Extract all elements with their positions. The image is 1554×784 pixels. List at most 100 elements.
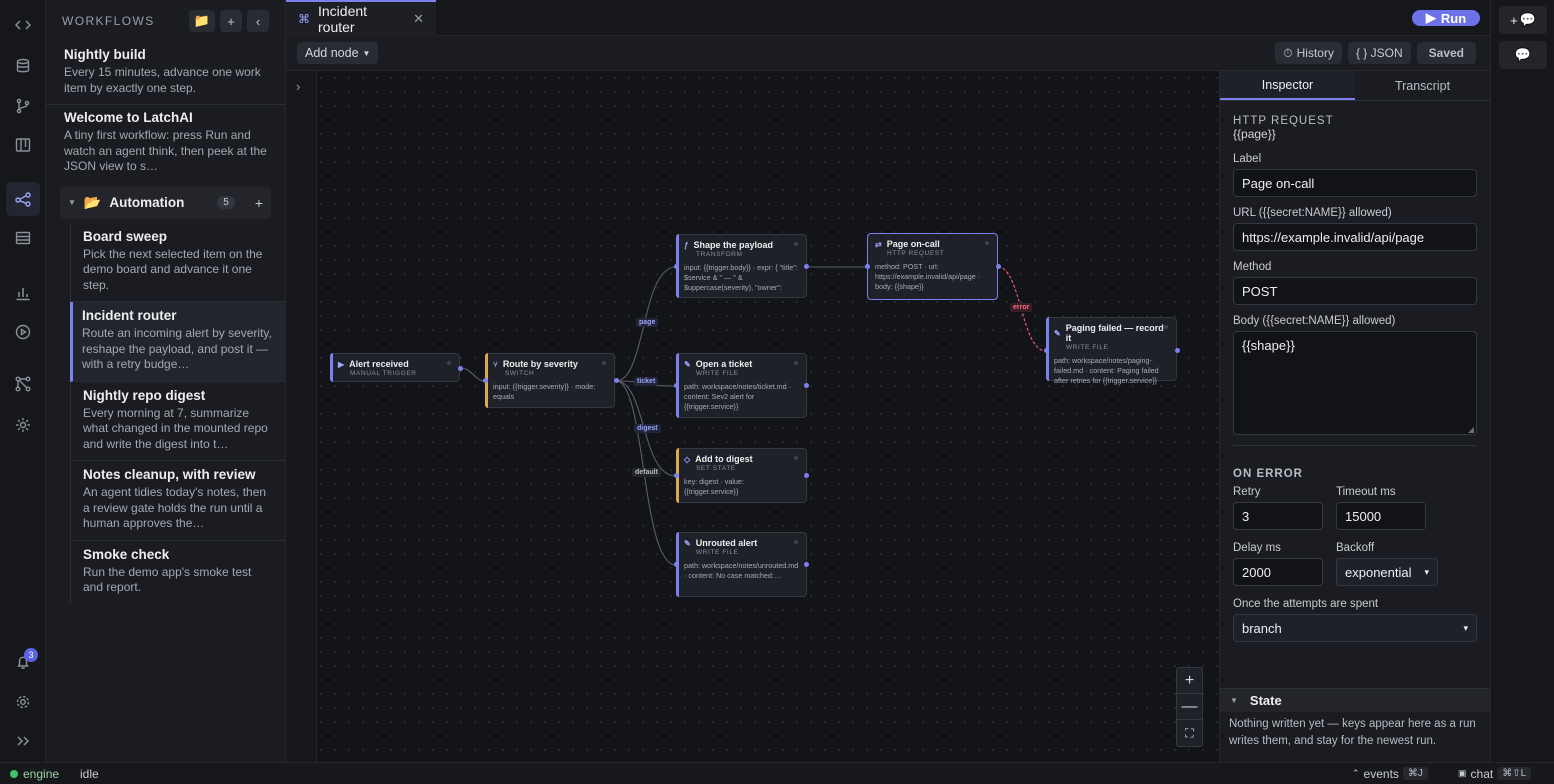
edge-label-default[interactable]: default — [632, 468, 661, 477]
resize-handle-icon[interactable]: ◢ — [1468, 425, 1474, 434]
panel-icon: ▣ — [1458, 768, 1467, 778]
settings-cog-icon[interactable] — [6, 408, 40, 442]
node-open-ticket[interactable]: ✎ Open a ticket WRITE FILE path: workspac… — [676, 353, 807, 418]
node-shape-payload[interactable]: ƒ Shape the payload TRANSFORM input: {{tr… — [676, 234, 807, 298]
zoom-out-button[interactable]: — — [1177, 694, 1202, 720]
port-in[interactable] — [674, 473, 679, 478]
zoom-in-button[interactable]: + — [1177, 668, 1202, 694]
edge-label-error[interactable]: error — [1010, 303, 1033, 312]
port-in[interactable] — [674, 383, 679, 388]
port-in[interactable] — [865, 264, 870, 269]
url-input[interactable]: https://example.invalid/api/page — [1233, 223, 1477, 251]
workflow-desc: Pick the next selected item on the demo … — [83, 246, 263, 292]
workflow-canvas[interactable]: › ▶ Alert received MANUAL TRIGGER ⑂ Route … — [286, 71, 1219, 762]
body-textarea[interactable]: {{shape}} ◢ — [1233, 331, 1477, 435]
workflow-item-incident-router[interactable]: Incident router Route an incoming alert … — [70, 302, 285, 382]
workflow-icon[interactable] — [6, 182, 40, 216]
state-body: Nothing written yet — keys appear here a… — [1229, 718, 1476, 747]
port-out[interactable] — [804, 383, 809, 388]
spent-select[interactable]: branch ▾ — [1233, 614, 1477, 642]
label-input[interactable]: Page on-call — [1233, 169, 1477, 197]
run-button[interactable]: ▶ Run — [1412, 10, 1480, 26]
edge-label-page[interactable]: page — [636, 318, 659, 327]
chat-bubble-icon: 💬 — [1514, 47, 1532, 62]
events-toggle[interactable]: ⌃ events ⌘J — [1352, 767, 1428, 781]
chat-button[interactable]: 💬 — [1499, 41, 1547, 69]
history-button[interactable]: ⏱ History — [1275, 42, 1342, 64]
add-node-button[interactable]: Add node ▼ — [297, 42, 379, 64]
new-chat-button[interactable]: + 💬 — [1499, 6, 1547, 34]
port-in[interactable] — [1044, 348, 1049, 353]
node-title: Paging failed — record it — [1065, 323, 1164, 343]
gear-icon[interactable] — [6, 685, 40, 719]
node-unrouted-alert[interactable]: ✎ Unrouted alert WRITE FILE path: workspa… — [676, 532, 807, 597]
play-icon[interactable] — [6, 315, 40, 349]
node-kind: SET STATE — [696, 465, 736, 472]
chevron-left-icon: ‹ — [255, 13, 261, 29]
port-in[interactable] — [483, 378, 488, 383]
zoom-controls: + — ⛶ — [1176, 667, 1203, 747]
tab-inspector[interactable]: Inspector — [1220, 71, 1355, 100]
port-out[interactable] — [804, 562, 809, 567]
graph-icon[interactable] — [6, 367, 40, 401]
delay-input[interactable]: 2000 — [1233, 558, 1323, 586]
workflow-item-nightly-repo-digest[interactable]: Nightly repo digest Every morning at 7, … — [71, 382, 285, 461]
fit-view-button[interactable]: ⛶ — [1177, 720, 1202, 746]
port-out[interactable] — [804, 264, 809, 269]
tab-incident-router[interactable]: ⌘ Incident router ✕ — [286, 0, 436, 36]
bell-icon[interactable]: 3 — [6, 645, 40, 679]
state-section-header[interactable]: ▼ State — [1220, 688, 1491, 712]
port-out[interactable] — [1175, 348, 1180, 353]
port-out[interactable] — [804, 473, 809, 478]
folder-automation[interactable]: ▼ 📂 Automation 5 + — [60, 186, 271, 219]
database-icon[interactable] — [6, 49, 40, 83]
workflow-desc: Every morning at 7, summarize what chang… — [83, 405, 268, 451]
node-paging-failed[interactable]: ✎ Paging failed — record it WRITE FILE pa… — [1046, 317, 1177, 385]
new-workflow-button[interactable]: + — [220, 10, 242, 32]
expand-icon[interactable] — [6, 724, 40, 758]
method-input[interactable]: POST — [1233, 277, 1477, 305]
node-alert-received[interactable]: ▶ Alert received MANUAL TRIGGER — [330, 353, 460, 382]
node-title: Add to digest — [695, 454, 753, 464]
port-in[interactable] — [674, 562, 679, 567]
chart-icon[interactable] — [6, 276, 40, 310]
close-icon[interactable]: ✕ — [413, 11, 424, 27]
node-page-on-call[interactable]: ⇄ Page on-call HTTP REQUEST method: POST … — [867, 233, 998, 300]
json-button[interactable]: { } JSON — [1347, 42, 1411, 64]
body-value: {{shape}} — [1242, 338, 1295, 353]
new-folder-button[interactable]: 📁 — [189, 10, 215, 32]
code-icon[interactable] — [6, 8, 40, 42]
edge-label-digest[interactable]: digest — [634, 424, 661, 433]
edge-label-ticket[interactable]: ticket — [634, 377, 659, 386]
table-icon[interactable] — [6, 221, 40, 255]
branch-icon[interactable] — [6, 89, 40, 123]
tab-transcript[interactable]: Transcript — [1355, 71, 1490, 100]
node-add-to-digest[interactable]: ◇ Add to digest SET STATE key: digest · v… — [676, 448, 807, 503]
workflow-item-welcome[interactable]: Welcome to LatchAI A tiny first workflow… — [46, 105, 285, 183]
saved-label: Saved — [1428, 46, 1464, 60]
node-status-dot — [794, 540, 798, 544]
chat-toggle[interactable]: ▣ chat ⌘⇧L — [1458, 767, 1532, 781]
status-bar: engine idle ⌃ events ⌘J ▣ chat ⌘⇧L — [0, 762, 1554, 784]
backoff-select[interactable]: exponential ▾ — [1336, 558, 1438, 586]
node-kind: TRANSFORM — [696, 251, 743, 258]
port-out[interactable] — [458, 366, 463, 371]
board-icon[interactable] — [6, 128, 40, 162]
workflow-item-notes-cleanup[interactable]: Notes cleanup, with review An agent tidi… — [71, 461, 285, 541]
retry-input[interactable]: 3 — [1233, 502, 1323, 530]
workflow-item-board-sweep[interactable]: Board sweep Pick the next selected item … — [71, 223, 285, 302]
timeout-input[interactable]: 15000 — [1336, 502, 1426, 530]
node-route-by-severity[interactable]: ⑂ Route by severity SWITCH input: {{trigg… — [485, 353, 615, 408]
function-icon: ƒ — [684, 240, 689, 250]
port-in[interactable] — [674, 264, 679, 269]
workflow-item-nightly-build[interactable]: Nightly build Every 15 minutes, advance … — [46, 42, 285, 105]
node-title: Alert received — [349, 359, 409, 369]
folder-add-icon[interactable]: + — [255, 195, 263, 211]
collapse-sidebar-button[interactable]: ‹ — [247, 10, 269, 32]
body-field-label: Body ({{secret:NAME}} allowed) — [1233, 315, 1396, 327]
pencil-icon: ✎ — [684, 359, 691, 369]
port-out[interactable] — [614, 378, 619, 383]
port-out[interactable] — [996, 264, 1001, 269]
clock-icon: ⏱ — [1283, 45, 1293, 60]
workflow-item-smoke-check[interactable]: Smoke check Run the demo app's smoke tes… — [71, 541, 285, 604]
